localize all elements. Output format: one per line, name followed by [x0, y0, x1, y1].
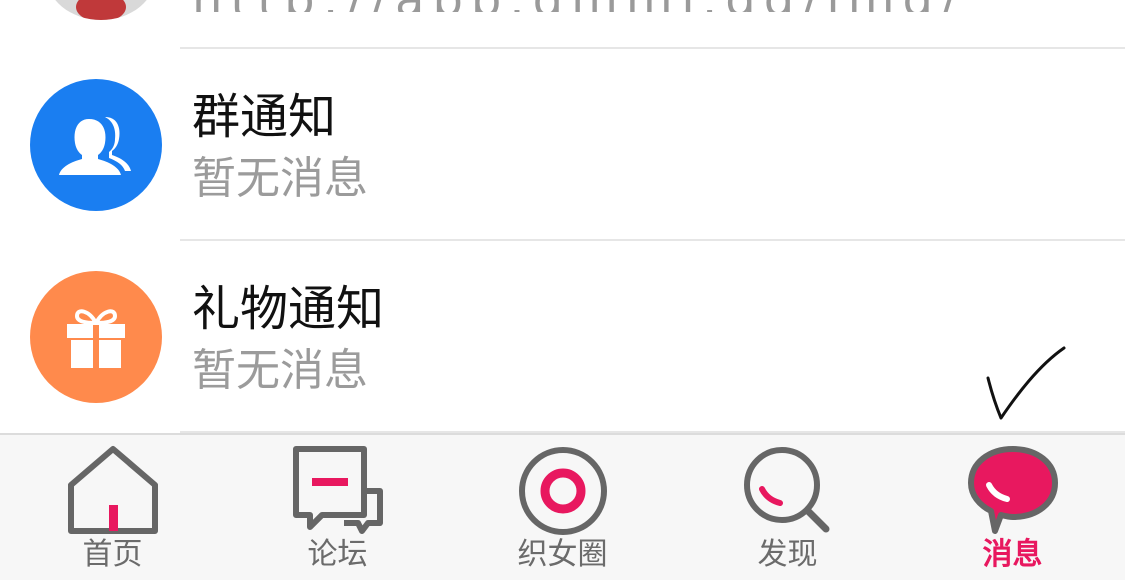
list-item-subtitle: http://app.qmmf.gg/img/ — [192, 0, 965, 12]
tab-label: 织女圈 — [517, 537, 608, 572]
forum-icon — [292, 446, 383, 534]
list-item-title: 群通知 — [192, 89, 337, 145]
tab-label: 发现 — [757, 537, 818, 572]
search-icon — [743, 447, 829, 533]
group-icon — [30, 79, 162, 211]
list-item-group-notice[interactable]: 群通知 暂无消息 — [0, 49, 1125, 239]
bottom-tab-bar: 首页 论坛 织女圈 发现 消息 — [0, 433, 1125, 580]
tab-label: 论坛 — [307, 537, 368, 572]
message-list: http://app.qmmf.gg/img/ 群通知 暂无消息 礼物通知 暂无… — [0, 0, 1125, 433]
gift-icon — [30, 271, 162, 403]
list-item-subtitle: 暂无消息 — [192, 345, 368, 396]
list-item-title: 礼物通知 — [192, 281, 385, 337]
tab-forum[interactable]: 论坛 — [225, 435, 450, 582]
home-icon — [67, 446, 158, 534]
checkmark-annotation — [986, 346, 1066, 420]
tab-circle[interactable]: 织女圈 — [450, 435, 675, 582]
tab-label: 消息 — [982, 537, 1043, 572]
tab-label: 首页 — [82, 537, 143, 572]
message-icon — [967, 446, 1058, 534]
tab-discover[interactable]: 发现 — [675, 435, 900, 582]
tab-messages[interactable]: 消息 — [900, 435, 1125, 582]
circle-icon — [518, 447, 607, 535]
list-item-subtitle: 暂无消息 — [192, 153, 368, 204]
list-item-gift-notice[interactable]: 礼物通知 暂无消息 — [0, 241, 1125, 431]
avatar[interactable] — [46, 0, 156, 20]
tab-home[interactable]: 首页 — [0, 435, 225, 582]
